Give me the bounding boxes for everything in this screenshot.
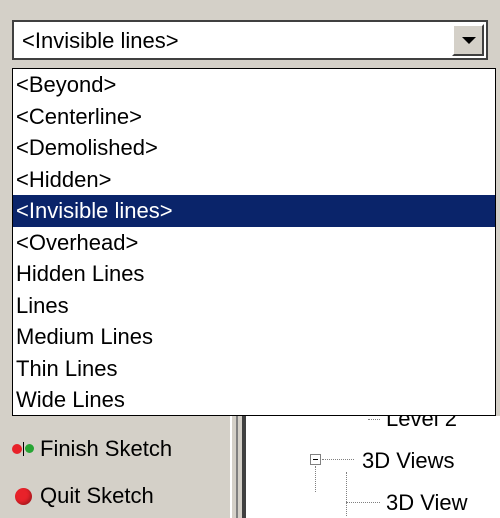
finish-sketch-icon (12, 442, 34, 456)
dropdown-option[interactable]: <Beyond> (13, 69, 495, 101)
dropdown-option[interactable]: Lines (13, 290, 495, 322)
dropdown-option[interactable]: Wide Lines (13, 384, 495, 415)
line-style-combo[interactable]: <Invisible lines> (12, 20, 488, 60)
finish-sketch-button[interactable]: Finish Sketch (0, 430, 230, 470)
tree-item-3d-view[interactable]: 3D View (386, 490, 468, 516)
dropdown-option[interactable]: <Hidden> (13, 164, 495, 196)
dropdown-option[interactable]: Hidden Lines (13, 258, 495, 290)
dropdown-option[interactable]: <Centerline> (13, 101, 495, 133)
dropdown-option[interactable]: Thin Lines (13, 353, 495, 385)
dropdown-option[interactable]: Medium Lines (13, 321, 495, 353)
collapse-icon[interactable] (310, 454, 321, 465)
sketch-panel: Finish Sketch Quit Sketch (0, 416, 230, 518)
quit-sketch-button[interactable]: Quit Sketch (0, 476, 230, 516)
dropdown-option[interactable]: <Overhead> (13, 227, 495, 259)
tree-item-level-2[interactable]: Level 2 (386, 416, 457, 432)
dropdown-button[interactable] (452, 24, 484, 56)
panel-splitter[interactable] (230, 416, 244, 518)
chevron-down-icon (462, 37, 476, 44)
dropdown-option-selected[interactable]: <Invisible lines> (13, 195, 495, 227)
combo-selected-value: <Invisible lines> (22, 28, 179, 53)
quit-sketch-label: Quit Sketch (40, 483, 154, 508)
line-style-dropdown-list[interactable]: <Beyond> <Centerline> <Demolished> <Hidd… (12, 68, 496, 416)
tree-item-3d-views[interactable]: 3D Views (362, 448, 455, 474)
dropdown-option[interactable]: <Demolished> (13, 132, 495, 164)
background-panel-edge (496, 68, 500, 416)
project-browser-tree: Level 2 3D Views 3D View (244, 416, 500, 518)
quit-sketch-icon (15, 488, 32, 505)
finish-sketch-label: Finish Sketch (40, 436, 173, 461)
